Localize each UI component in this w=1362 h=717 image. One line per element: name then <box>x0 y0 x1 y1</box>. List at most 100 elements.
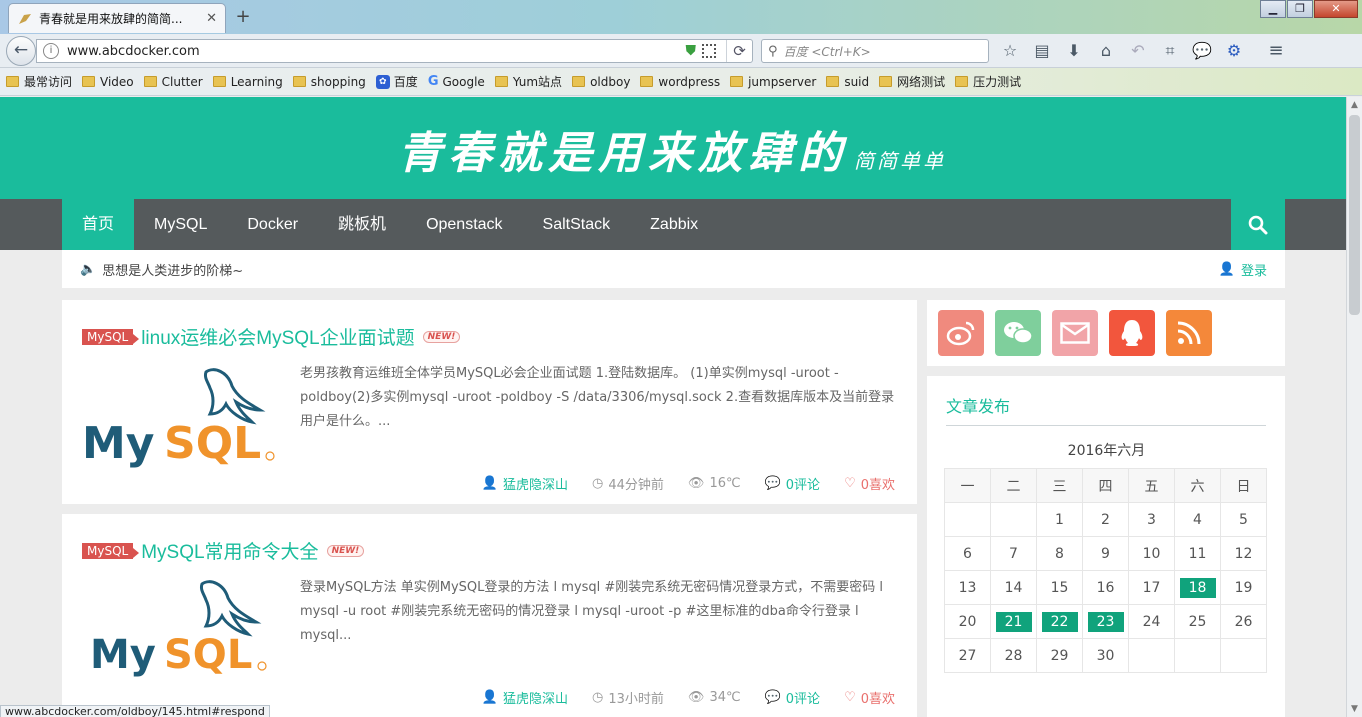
home-icon[interactable]: ⌂ <box>1094 40 1118 62</box>
mysql-logo-thumbnail[interactable]: My SQL <box>82 364 277 469</box>
search-icon <box>1248 215 1268 234</box>
calendar-day: 14 <box>990 570 1037 605</box>
nav-item-jumpserver[interactable]: 跳板机 <box>318 199 406 250</box>
post-author[interactable]: 👤 猛虎隐深山 <box>482 688 568 707</box>
bookmark-item[interactable]: Yum站点 <box>494 73 562 90</box>
reload-icon[interactable]: ⟳ <box>726 40 752 62</box>
bookmark-item[interactable]: Clutter <box>143 74 203 89</box>
bookmark-item[interactable]: ✿ 百度 <box>375 73 418 90</box>
minimize-button[interactable]: ▁ <box>1260 0 1286 18</box>
bookmark-item[interactable]: shopping <box>292 74 366 89</box>
scroll-up-icon[interactable]: ▲ <box>1347 97 1362 113</box>
nav-item-saltstack[interactable]: SaltStack <box>523 199 631 250</box>
mysql-logo-thumbnail[interactable]: My SQL <box>90 578 285 683</box>
bookmark-label: 网络测试 <box>897 75 946 89</box>
site-logo[interactable]: 青春就是用来放肆的 简简单单 <box>398 117 946 181</box>
search-placeholder: 百度 <Ctrl+K> <box>783 44 871 59</box>
calendar-day-link[interactable]: 23 <box>1087 611 1124 632</box>
post-title[interactable]: linux运维必会MySQL企业面试题 <box>141 323 414 350</box>
download-icon[interactable]: ⬇ <box>1062 40 1086 62</box>
bookmark-label: Clutter <box>161 74 203 89</box>
comment-icon: 💬 <box>764 476 781 491</box>
window-controls: ▁ ❐ ✕ <box>1259 0 1358 18</box>
folder-icon <box>6 76 19 87</box>
calendar-day: 9 <box>1082 536 1129 571</box>
nav-item-mysql[interactable]: MySQL <box>134 199 227 250</box>
maximize-button[interactable]: ❐ <box>1287 0 1313 18</box>
bookmark-star-icon[interactable]: ☆ <box>998 40 1022 62</box>
calendar-day-link[interactable]: 18 <box>1179 577 1216 598</box>
post-comments[interactable]: 💬 0评论 <box>765 474 820 493</box>
calendar-day: 11 <box>1174 536 1221 571</box>
heart-icon: ♡ <box>844 476 856 491</box>
calendar-day[interactable]: 21 <box>990 604 1037 639</box>
heart-icon: ♡ <box>844 690 856 705</box>
bookmark-label: 压力测试 <box>973 75 1022 89</box>
undo-icon[interactable]: ↶ <box>1126 40 1150 62</box>
chat-icon[interactable]: 💬 <box>1190 40 1214 62</box>
post-title[interactable]: MySQL常用命令大全 <box>141 537 318 564</box>
bookmark-item[interactable]: Learning <box>212 75 283 89</box>
mail-icon[interactable] <box>1052 310 1098 356</box>
bookmark-item[interactable]: oldboy <box>572 75 630 89</box>
hamburger-menu-icon[interactable]: ≡ <box>1264 40 1288 62</box>
bookmarks-bar: 最常访问 Video Clutter Learning shopping ✿ 百度… <box>0 68 1362 96</box>
calendar-day-link[interactable]: 22 <box>1041 611 1078 632</box>
address-bar[interactable]: i www.abcdocker.com ⛊ ⟳ <box>36 39 753 63</box>
post-time: ◷ 44分钟前 <box>592 476 664 493</box>
rss-icon[interactable] <box>1166 310 1212 356</box>
scroll-thumb[interactable] <box>1349 115 1360 315</box>
post-author[interactable]: 👤 猛虎隐深山 <box>482 474 568 493</box>
close-window-button[interactable]: ✕ <box>1314 0 1358 18</box>
site-header: 青春就是用来放肆的 简简单单 <box>0 97 1346 199</box>
post-likes[interactable]: ♡ 0喜欢 <box>844 474 895 493</box>
site-info-icon[interactable]: i <box>43 43 59 59</box>
bookmark-item[interactable]: 压力测试 <box>955 73 1021 90</box>
new-tab-button[interactable]: + <box>232 6 254 28</box>
nav-item-openstack[interactable]: Openstack <box>406 199 522 250</box>
site-search-button[interactable] <box>1231 199 1285 250</box>
bookmark-item[interactable]: Video <box>82 75 134 89</box>
screenshot-crop-icon[interactable]: ⌗ <box>1158 40 1182 62</box>
calendar-day: 15 <box>1036 570 1083 605</box>
calendar-day[interactable]: 23 <box>1082 604 1129 639</box>
nav-item-home[interactable]: 首页 <box>62 199 135 250</box>
bookmark-label: Google <box>442 74 485 89</box>
svg-text:SQL: SQL <box>164 632 252 678</box>
reading-list-icon[interactable]: ▤ <box>1030 40 1054 62</box>
category-badge[interactable]: MySQL <box>82 328 140 345</box>
login-link[interactable]: 👤 登录 <box>1219 250 1267 288</box>
calendar-day[interactable]: 18 <box>1174 570 1221 605</box>
search-box[interactable]: ⚲ 百度 <Ctrl+K> <box>761 39 989 63</box>
nav-item-zabbix[interactable]: Zabbix <box>630 199 718 250</box>
nav-item-docker[interactable]: Docker <box>227 199 318 250</box>
bookmark-item[interactable]: suid <box>826 75 869 89</box>
weibo-icon[interactable] <box>938 310 984 356</box>
bookmark-label: shopping <box>310 74 366 89</box>
calendar-day: 26 <box>1220 604 1267 639</box>
scroll-down-icon[interactable]: ▼ <box>1347 701 1362 717</box>
extension-icon[interactable]: ⚙ <box>1222 40 1246 62</box>
wechat-icon[interactable] <box>995 310 1041 356</box>
qr-code-icon[interactable] <box>702 44 716 58</box>
page-scrollbar[interactable]: ▲ ▼ <box>1346 97 1362 717</box>
shield-icon[interactable]: ⛊ <box>686 43 697 59</box>
qq-icon[interactable] <box>1109 310 1155 356</box>
post-comments[interactable]: 💬 0评论 <box>765 688 820 707</box>
bookmark-item[interactable]: wordpress <box>640 75 720 89</box>
browser-tab[interactable]: 青春就是用来放肆的简简... ✕ <box>8 3 226 33</box>
bookmark-item[interactable]: G Google <box>428 74 485 89</box>
calendar-day: 4 <box>1174 502 1221 537</box>
bookmark-item[interactable]: 最常访问 <box>6 73 72 90</box>
url-text[interactable]: www.abcdocker.com <box>67 44 686 59</box>
tab-close-icon[interactable]: ✕ <box>206 11 217 26</box>
calendar-day-link[interactable]: 21 <box>995 611 1032 632</box>
calendar-day: 2 <box>1082 502 1129 537</box>
bookmark-item[interactable]: jumpserver <box>730 75 816 89</box>
post-meta: 👤 猛虎隐深山 ◷ 13小时前 👁 34℃ 💬 0评论 ♡ 0喜欢 <box>458 688 895 707</box>
calendar-day[interactable]: 22 <box>1036 604 1083 639</box>
bookmark-item[interactable]: 网络测试 <box>879 73 945 90</box>
post-likes[interactable]: ♡ 0喜欢 <box>844 688 895 707</box>
category-badge[interactable]: MySQL <box>82 542 140 559</box>
back-button[interactable]: ← <box>6 36 36 66</box>
